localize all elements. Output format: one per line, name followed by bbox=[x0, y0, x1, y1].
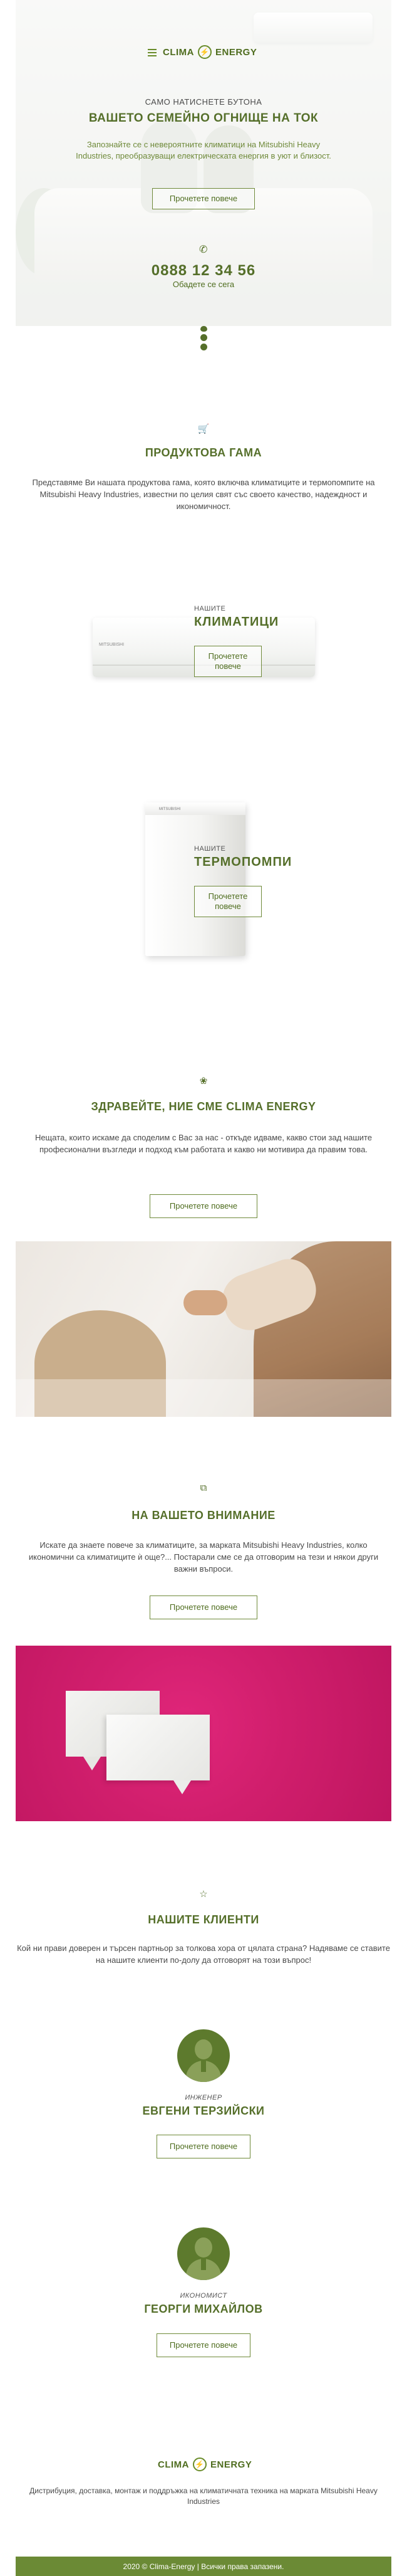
heatpump-product-image: MITSUBISHI bbox=[145, 802, 245, 956]
client-read-more-button[interactable]: Прочетете повече bbox=[157, 2333, 250, 2357]
heatpump-brand-mark: MITSUBISHI bbox=[159, 807, 181, 811]
bolt-icon: ⚡ bbox=[198, 45, 212, 59]
ac-brand-mark: MITSUBISHI bbox=[99, 643, 125, 647]
hero-subtitle: Запознайте се с невероятните климатици н… bbox=[76, 140, 331, 160]
client-name: ЕВГЕНИ ТЕРЗИЙСКИ bbox=[142, 2105, 265, 2117]
copy-icon: ⧉ bbox=[200, 1483, 207, 1493]
about-title: ЗДРАВЕЙТЕ, НИЕ СМЕ CLIMA ENERGY bbox=[91, 1100, 316, 1113]
cart-icon: 🛒 bbox=[197, 424, 210, 434]
client-role: ИКОНОМИСТ bbox=[180, 2292, 227, 2300]
clients-text: Кой ни прави доверен и търсен партньор з… bbox=[17, 1943, 390, 1965]
client-read-more-button[interactable]: Прочетете повече bbox=[157, 2135, 250, 2158]
phone-icon: ✆ bbox=[199, 244, 208, 255]
handshake-image bbox=[16, 1241, 391, 1417]
heatpump-read-more-button[interactable]: Прочетете повече bbox=[194, 886, 262, 917]
speech-bubbles-image bbox=[16, 1646, 391, 1821]
attention-text: Искате да знаете повече за климатиците, … bbox=[28, 1540, 379, 1574]
heatpump-title[interactable]: ТЕРМОПОМПИ bbox=[194, 855, 292, 870]
about-read-more-button[interactable]: Прочетете повече bbox=[150, 1194, 257, 1218]
hero-title: ВАШЕТО СЕМЕЙНО ОГНИЩЕ НА ТОК bbox=[88, 112, 319, 125]
logo-suffix: ENERGY bbox=[210, 2459, 252, 2470]
scroll-down-icon[interactable] bbox=[200, 326, 208, 350]
footer-logo[interactable]: CLIMA ⚡ ENERGY bbox=[158, 2458, 252, 2471]
page: CLIMA ⚡ ENERGY САМО НАТИСНЕТЕ БУТОНА ВАШ… bbox=[0, 0, 407, 2576]
logo-text: CLIMA bbox=[158, 2459, 189, 2470]
star-icon: ☆ bbox=[199, 1889, 208, 1900]
products-title: ПРОДУКТОВА ГАМА bbox=[145, 446, 262, 459]
menu-icon[interactable] bbox=[148, 49, 157, 56]
avatar bbox=[177, 2029, 230, 2082]
ac-kicker: НАШИТЕ bbox=[194, 605, 226, 612]
client-role: ИНЖЕНЕР bbox=[185, 2094, 222, 2101]
attention-title: НА ВАШЕТО ВНИМАНИЕ bbox=[131, 1509, 276, 1522]
bolt-icon: ⚡ bbox=[193, 2458, 207, 2471]
logo-text: CLIMA bbox=[163, 46, 194, 58]
footer-text: Дистрибуция, доставка, монтаж и поддръжк… bbox=[29, 2486, 378, 2506]
ac-read-more-button[interactable]: Прочетете повече bbox=[194, 646, 262, 677]
clients-title: НАШИТЕ КЛИЕНТИ bbox=[148, 1913, 259, 1926]
logo-suffix: ENERGY bbox=[215, 46, 257, 58]
hero-call-text[interactable]: Обадете се сега bbox=[0, 280, 407, 289]
logo[interactable]: CLIMA ⚡ ENERGY bbox=[163, 45, 257, 59]
footer-copyright: 2020 © Clima-Energy | Всички права запаз… bbox=[16, 2557, 391, 2576]
ac-title[interactable]: КЛИМАТИЦИ bbox=[194, 615, 279, 629]
lotus-icon: ❀ bbox=[199, 1076, 208, 1086]
avatar bbox=[177, 2227, 230, 2280]
client-name: ГЕОРГИ МИХАЙЛОВ bbox=[144, 2303, 263, 2315]
about-text: Нещата, които искаме да споделим с Вас з… bbox=[34, 1133, 373, 1154]
products-text: Представяме Ви нашата продуктова гама, к… bbox=[32, 478, 375, 511]
heatpump-kicker: НАШИТЕ bbox=[194, 845, 226, 853]
hero-phone[interactable]: 0888 12 34 56 bbox=[0, 262, 407, 280]
attention-read-more-button[interactable]: Прочетете повече bbox=[150, 1596, 257, 1619]
hero-kicker: САМО НАТИСНЕТЕ БУТОНА bbox=[145, 97, 262, 107]
hero-read-more-button[interactable]: Прочетете повече bbox=[152, 188, 255, 209]
